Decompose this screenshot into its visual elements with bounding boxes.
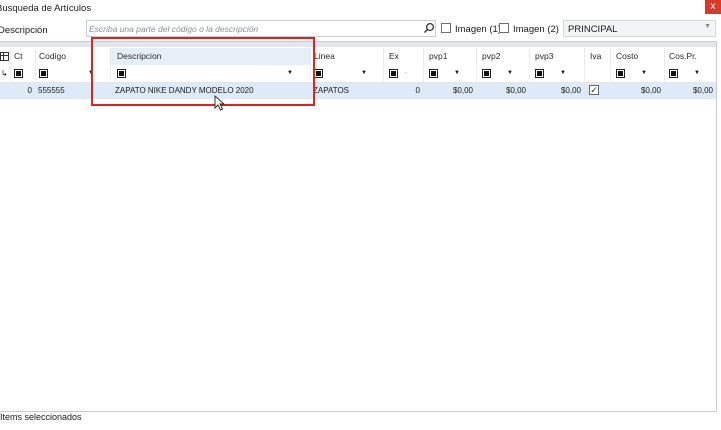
filter-checkbox-icon[interactable] [669, 69, 678, 78]
column-header-pvp1[interactable]: pvp1 [423, 48, 476, 65]
filter-checkbox-icon[interactable] [39, 69, 48, 78]
image2-checkbox[interactable] [499, 23, 509, 33]
filter-cell-cospr[interactable]: ▼ [664, 65, 716, 82]
column-header-ex[interactable]: Ex [383, 48, 423, 65]
filter-cell-linea[interactable]: ▼ [310, 65, 383, 82]
column-header-linea[interactable]: Linea [310, 48, 383, 65]
dropdown-arrow-icon[interactable]: ▼ [560, 70, 566, 76]
cell-linea[interactable]: ZAPATOS [310, 83, 383, 99]
chevron-down-icon: ▼ [704, 23, 711, 30]
selected-items-status: Items seleccionados [0, 412, 82, 422]
column-header-iva[interactable]: Iva [584, 48, 610, 65]
close-icon[interactable]: x [705, 0, 721, 14]
dropdown-arrow-icon[interactable]: ▼ [454, 70, 460, 76]
cell-pvp2[interactable]: $0,00 [476, 83, 529, 99]
column-header-pvp2[interactable]: pvp2 [476, 48, 529, 65]
highlight-annotation-box [91, 37, 315, 106]
iva-checkbox[interactable]: ✓ [589, 85, 599, 95]
filter-checkbox-icon[interactable] [389, 69, 398, 78]
image1-label: Imagen (1) [455, 24, 501, 35]
column-header-costo[interactable]: Costo [610, 48, 664, 65]
image2-label: Imagen (2) [513, 24, 559, 35]
cell-ex[interactable]: 0 [383, 83, 423, 99]
cell-iva[interactable]: ✓ [584, 83, 610, 99]
dropdown-arrow-icon[interactable]: · [405, 70, 407, 76]
column-header-cospr[interactable]: Cos.Pr. [664, 48, 716, 65]
dropdown-arrow-icon[interactable]: ▼ [361, 70, 367, 76]
cell-pvp3[interactable]: $0,00 [529, 83, 584, 99]
filter-cell-costo[interactable]: ▼ [610, 65, 664, 82]
cell-pvp1[interactable]: $0,00 [423, 83, 476, 99]
dropdown-arrow-icon[interactable]: ▼ [507, 70, 513, 76]
cell-cospr[interactable]: $0,00 [664, 83, 716, 99]
cell-ct[interactable]: 0 [10, 83, 35, 99]
warehouse-select[interactable]: PRINCIPAL ▼ [563, 20, 716, 37]
warehouse-value: PRINCIPAL [568, 24, 618, 35]
dropdown-arrow-icon[interactable]: ▼ [641, 70, 647, 76]
filter-cell-pvp2[interactable]: ▼ [476, 65, 529, 82]
cell-costo[interactable]: $0,00 [610, 83, 664, 99]
search-label: Descripción [0, 25, 48, 36]
search-input[interactable] [89, 22, 414, 35]
filter-cell-ct[interactable] [10, 65, 35, 82]
filter-cell-ex[interactable]: · [383, 65, 423, 82]
image1-checkbox[interactable] [441, 23, 451, 33]
filter-cell-iva[interactable] [584, 65, 610, 82]
filter-checkbox-icon[interactable] [429, 69, 438, 78]
dropdown-arrow-icon[interactable]: ▼ [694, 70, 700, 76]
column-header-ct[interactable]: Ct [10, 48, 35, 65]
filter-cell-pvp1[interactable]: ▼ [423, 65, 476, 82]
filter-cell-pvp3[interactable]: ▼ [529, 65, 584, 82]
mouse-cursor-icon [214, 95, 226, 111]
filter-checkbox-icon[interactable] [482, 69, 491, 78]
filter-checkbox-icon[interactable] [535, 69, 544, 78]
window-title: Busqueda de Artículos [0, 3, 92, 14]
filter-checkbox-icon[interactable] [616, 69, 625, 78]
column-chooser-icon[interactable] [0, 48, 10, 65]
filter-checkbox-icon[interactable] [314, 69, 323, 78]
search-field[interactable] [86, 20, 436, 37]
filter-checkbox-icon[interactable] [14, 69, 23, 78]
column-header-pvp3[interactable]: pvp3 [529, 48, 584, 65]
filter-row-indicator: ↳ [1, 69, 8, 78]
search-icon[interactable] [423, 22, 435, 34]
